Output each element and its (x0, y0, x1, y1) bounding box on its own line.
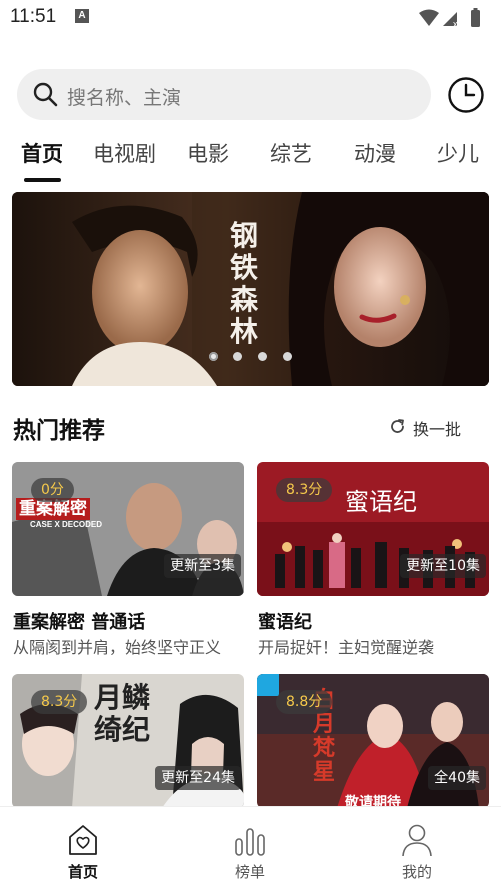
poster-title-art: 月鳞绮纪 (94, 681, 151, 746)
episode-badge: 更新至3集 (164, 554, 241, 578)
score-badge: 8.3分 (276, 478, 333, 502)
user-icon (402, 824, 432, 857)
home-heart-icon (69, 825, 97, 855)
tab-anime[interactable]: 动漫 (354, 138, 396, 168)
poster-image: 重案解密 CASE X DECODED 0分 更新至3集 (12, 462, 244, 596)
score-badge: 0分 (31, 478, 74, 502)
refresh-icon (391, 419, 404, 433)
tab-variety[interactable]: 综艺 (270, 138, 312, 168)
signal-battery-icon: x (419, 8, 480, 29)
carousel-dot[interactable] (233, 352, 242, 361)
tab-tv-series[interactable]: 电视剧 (93, 138, 156, 168)
nav-home-label: 首页 (67, 863, 98, 881)
score-badge: 8.3分 (31, 690, 88, 714)
nav-profile[interactable]: 我的 (377, 821, 457, 885)
poster-subtitle-art: CASE X DECODED (30, 520, 103, 529)
tab-movies[interactable]: 电影 (187, 138, 229, 168)
category-tabs: 首页 电视剧 电影 综艺 动漫 少儿 (0, 138, 501, 184)
poster-image: 月鳞绮纪 8.3分 更新至24集 (12, 674, 244, 808)
card-description: 从隔阂到并肩，始终坚守正义 (13, 638, 222, 657)
card-description: 开局捉奸！主妇觉醒逆袭 (258, 638, 435, 657)
poster-image: 白月梵星 敬请期待 8.8分 全40集 (257, 674, 489, 808)
search-input[interactable]: 搜名称、主演 (17, 69, 431, 120)
status-bar: 11:51 A x (0, 0, 501, 34)
episode-badge: 更新至24集 (155, 766, 241, 790)
episode-badge: 全40集 (428, 766, 486, 790)
video-card[interactable]: 蜜语纪 8.3分 更新至10集 蜜语纪 开局捉奸！主妇觉醒逆袭 (257, 462, 489, 657)
video-card[interactable]: 白月梵星 敬请期待 8.8分 全40集 (257, 674, 489, 808)
nav-ranking[interactable]: 榜单 (210, 821, 290, 885)
poster-image: 蜜语纪 8.3分 更新至10集 (257, 462, 489, 596)
tab-kids[interactable]: 少儿 (437, 138, 479, 168)
carousel-dot[interactable] (283, 352, 292, 361)
search-placeholder: 搜名称、主演 (67, 87, 182, 109)
carousel-dot[interactable] (209, 352, 218, 361)
notification-icon: A (75, 9, 89, 23)
nav-ranking-label: 榜单 (234, 863, 265, 881)
card-title: 蜜语纪 (258, 612, 312, 633)
search-icon (33, 82, 58, 107)
score-badge: 8.8分 (276, 690, 333, 714)
banner-carousel[interactable]: 钢铁森林 (12, 192, 489, 386)
bottom-navigation: 首页 榜单 我的 (0, 806, 501, 890)
svg-text:x: x (453, 19, 458, 29)
carousel-dots (12, 352, 489, 362)
chart-bars-icon (235, 828, 265, 856)
active-tab-indicator (24, 178, 61, 182)
tab-home[interactable]: 首页 (21, 138, 63, 168)
poster-title-art: 蜜语纪 (345, 488, 417, 516)
history-clock-icon[interactable] (447, 76, 485, 114)
section-title-hot: 热门推荐 (13, 418, 105, 444)
nav-profile-label: 我的 (401, 863, 432, 881)
episode-badge: 更新至10集 (400, 554, 486, 578)
video-card[interactable]: 月鳞绮纪 8.3分 更新至24集 (12, 674, 244, 808)
banner-title-art: 钢铁森林 (230, 219, 259, 348)
nav-home[interactable]: 首页 (43, 821, 123, 885)
card-title: 重案解密 普通话 (13, 612, 146, 633)
video-card[interactable]: 重案解密 CASE X DECODED 0分 更新至3集 重案解密 普通话 从隔… (12, 462, 244, 657)
refresh-label: 换一批 (413, 420, 462, 439)
status-time: 11:51 (10, 6, 57, 27)
carousel-dot[interactable] (258, 352, 267, 361)
